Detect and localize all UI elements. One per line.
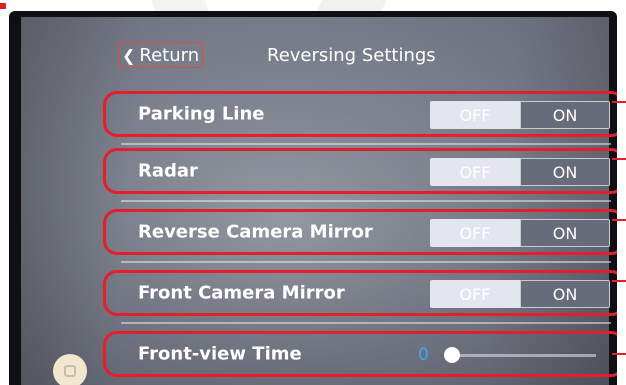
header: ❮ Return Reversing Settings <box>21 17 609 89</box>
toggle-off-option[interactable]: OFF <box>430 158 520 186</box>
radar-toggle[interactable]: OFF ON <box>430 158 610 186</box>
toggle-off-option[interactable]: OFF <box>430 280 520 308</box>
row-divider <box>121 322 611 324</box>
settings-display: ❮ Return Reversing Settings Parking Line… <box>21 17 617 385</box>
row-divider <box>121 143 611 145</box>
toggle-off-option[interactable]: OFF <box>430 101 520 129</box>
setting-label: Radar <box>138 160 198 182</box>
toggle-on-option[interactable]: ON <box>520 219 610 247</box>
callout-line <box>612 280 626 282</box>
reverse-camera-mirror-toggle[interactable]: OFF ON <box>430 219 610 247</box>
return-button[interactable]: ❮ Return <box>118 42 204 68</box>
home-button[interactable] <box>53 354 87 385</box>
row-divider <box>121 200 611 202</box>
setting-label: Front-view Time <box>138 343 302 365</box>
setting-row-front-camera-mirror: Front Camera Mirror OFF ON <box>103 270 617 316</box>
home-icon <box>64 365 76 377</box>
corner-marker <box>0 3 6 9</box>
setting-row-reverse-camera-mirror: Reverse Camera Mirror OFF ON <box>103 209 617 255</box>
front-view-time-slider-knob[interactable] <box>444 347 460 363</box>
page-title: Reversing Settings <box>267 45 436 66</box>
setting-label: Parking Line <box>138 103 265 125</box>
setting-row-radar: Radar OFF ON <box>103 148 617 194</box>
setting-row-parking-line: Parking Line OFF ON <box>103 91 617 137</box>
toggle-on-option[interactable]: ON <box>520 158 610 186</box>
row-divider <box>121 261 611 263</box>
callout-line <box>612 353 626 355</box>
chevron-left-icon: ❮ <box>122 45 136 65</box>
toggle-off-option[interactable]: OFF <box>430 219 520 247</box>
parking-line-toggle[interactable]: OFF ON <box>430 101 610 129</box>
toggle-on-option[interactable]: ON <box>520 101 610 129</box>
setting-row-front-view-time: Front-view Time 0 <box>103 331 617 377</box>
toggle-on-option[interactable]: ON <box>520 280 610 308</box>
front-view-time-slider-track[interactable] <box>446 354 596 357</box>
setting-label: Reverse Camera Mirror <box>138 221 373 243</box>
callout-line <box>612 101 626 103</box>
callout-line <box>612 158 626 160</box>
return-label: Return <box>139 44 200 66</box>
setting-label: Front Camera Mirror <box>138 282 345 304</box>
callout-line <box>612 219 626 221</box>
front-camera-mirror-toggle[interactable]: OFF ON <box>430 280 610 308</box>
front-view-time-value: 0 <box>418 345 429 365</box>
head-unit-screen: ❮ Return Reversing Settings Parking Line… <box>9 11 617 385</box>
